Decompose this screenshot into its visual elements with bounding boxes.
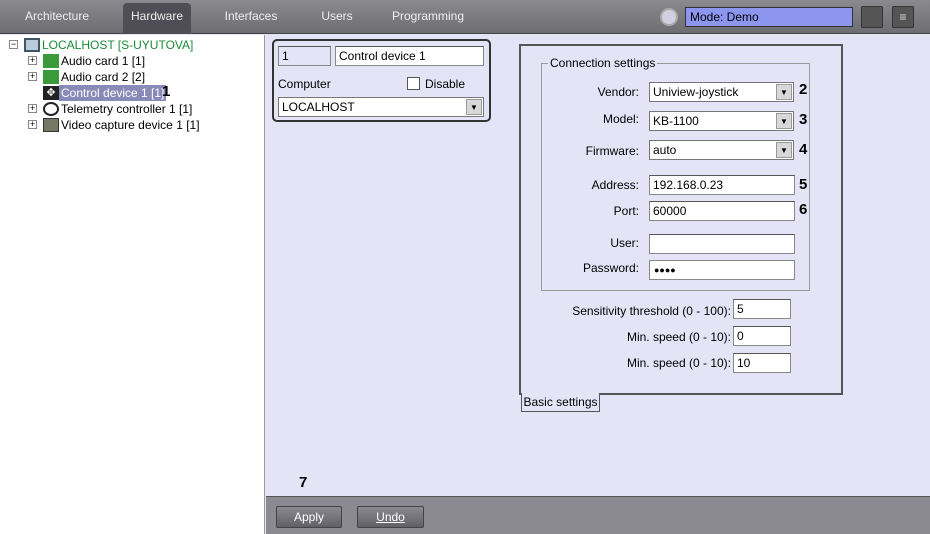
computer-value: LOCALHOST: [282, 100, 355, 114]
min-speed-label: Min. speed (0 - 10):: [626, 330, 731, 344]
port-label: Port:: [613, 204, 639, 218]
vendor-value: Uniview-joystick: [653, 85, 739, 99]
model-select[interactable]: KB-1100 ▼: [649, 111, 794, 131]
min-speed-2-input[interactable]: [733, 353, 791, 373]
vendor-select[interactable]: Uniview-joystick ▼: [649, 82, 794, 102]
sensitivity-label: Sensitivity threshold (0 - 100):: [572, 304, 731, 318]
sensitivity-input[interactable]: [733, 299, 791, 319]
tree-item-video-capture[interactable]: Video capture device 1 [1]: [61, 117, 200, 133]
callout-5: 5: [799, 176, 808, 193]
connection-legend: Connection settings: [548, 56, 658, 70]
user-label: User:: [610, 236, 639, 250]
audio-card-icon: [43, 54, 59, 68]
tab-users[interactable]: Users: [315, 3, 359, 34]
password-label: Password:: [582, 261, 639, 275]
menu-icon[interactable]: ≡: [892, 6, 914, 28]
callout-3: 3: [799, 111, 808, 128]
computer-select[interactable]: LOCALHOST ▼: [278, 97, 484, 117]
min-speed-input[interactable]: [733, 326, 791, 346]
object-panel: Computer Disable LOCALHOST ▼: [272, 39, 491, 122]
password-input[interactable]: ●●●●: [649, 260, 795, 280]
computer-icon: [24, 38, 40, 52]
computer-label: Computer: [278, 77, 331, 91]
chevron-down-icon[interactable]: ▼: [776, 113, 792, 129]
callout-1: 1: [162, 83, 171, 100]
tree-item-control-device-1[interactable]: Control device 1 [1]: [59, 85, 167, 101]
id-field[interactable]: [278, 46, 331, 66]
tree-root[interactable]: LOCALHOST [S-UYUTOVA]: [42, 37, 193, 53]
firmware-value: auto: [653, 143, 677, 157]
collapse-icon[interactable]: −: [9, 40, 18, 49]
tab-hardware[interactable]: Hardware: [123, 3, 191, 34]
expand-icon[interactable]: +: [28, 120, 37, 129]
callout-7: 7: [299, 474, 308, 491]
expand-icon[interactable]: +: [28, 72, 37, 81]
tab-programming[interactable]: Programming: [390, 3, 466, 34]
vendor-label: Vendor:: [597, 85, 639, 99]
top-bar: Architecture Hardware Interfaces Users P…: [0, 0, 930, 34]
settings-gear-icon[interactable]: [660, 8, 678, 26]
disable-label: Disable: [425, 77, 466, 91]
tree-item-audio-card-1[interactable]: Audio card 1 [1]: [61, 53, 145, 69]
chevron-down-icon[interactable]: ▼: [776, 142, 792, 158]
chevron-down-icon[interactable]: ▼: [776, 84, 792, 100]
tree-item-telemetry[interactable]: Telemetry controller 1 [1]: [61, 101, 192, 117]
hardware-tree: − LOCALHOST [S-UYUTOVA] + Audio card 1 […: [0, 35, 265, 534]
video-capture-icon: [43, 118, 59, 132]
disable-checkbox[interactable]: [407, 77, 420, 90]
user-input[interactable]: [649, 234, 795, 254]
firmware-select[interactable]: auto ▼: [649, 140, 794, 160]
telemetry-icon: [43, 102, 59, 116]
callout-4: 4: [799, 141, 808, 158]
layout-grid-icon[interactable]: [861, 6, 883, 28]
firmware-label: Firmware:: [585, 144, 639, 158]
tab-architecture[interactable]: Architecture: [16, 3, 98, 34]
expand-icon[interactable]: +: [28, 56, 37, 65]
model-value: KB-1100: [653, 114, 699, 128]
tab-basic-settings[interactable]: Basic settings: [521, 393, 600, 412]
tree-item-audio-card-2[interactable]: Audio card 2 [2]: [61, 69, 145, 85]
undo-button[interactable]: Undo: [357, 506, 424, 528]
address-label: Address:: [591, 178, 639, 192]
audio-card-icon: [43, 70, 59, 84]
apply-button[interactable]: Apply: [276, 506, 342, 528]
chevron-down-icon[interactable]: ▼: [466, 99, 482, 115]
callout-6: 6: [799, 201, 808, 218]
tab-interfaces[interactable]: Interfaces: [218, 3, 284, 34]
callout-2: 2: [799, 81, 808, 98]
bottom-bar: Apply Undo: [266, 496, 930, 534]
joystick-icon: ✥: [43, 86, 59, 100]
mode-field[interactable]: Mode: Demo: [685, 7, 853, 27]
name-field[interactable]: [335, 46, 484, 66]
min-speed-2-label: Min. speed (0 - 10):: [626, 356, 731, 370]
model-label: Model:: [602, 112, 639, 126]
address-input[interactable]: [649, 175, 795, 195]
expand-icon[interactable]: +: [28, 104, 37, 113]
port-input[interactable]: [649, 201, 795, 221]
